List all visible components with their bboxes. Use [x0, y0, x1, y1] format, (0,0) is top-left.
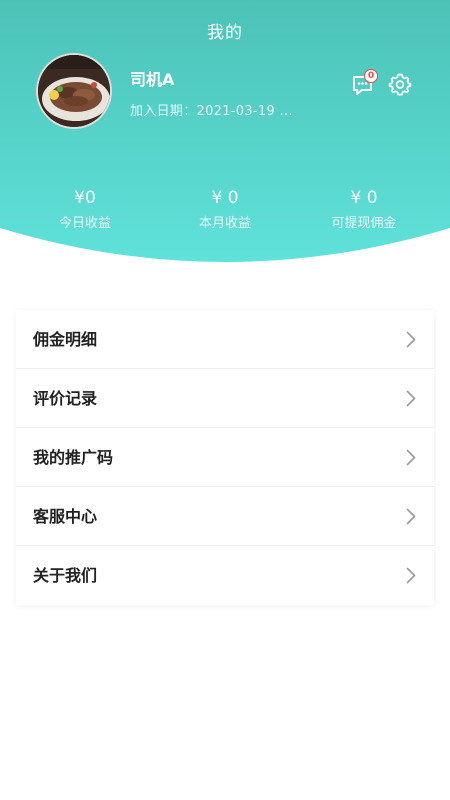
chevron-right-icon	[406, 508, 416, 525]
menu-item-about-us[interactable]: 关于我们	[16, 546, 434, 605]
stat-withdrawable-value: ¥ 0	[350, 188, 378, 208]
stat-month[interactable]: ¥ 0 本月收益	[150, 186, 300, 235]
gear-icon	[388, 73, 412, 96]
chevron-right-icon	[406, 331, 416, 348]
menu-list: 佣金明细 评价记录 我的推广码 客服中心 关于我们	[16, 310, 434, 605]
earnings-stats: ¥0 今日收益 ¥ 0 本月收益 ¥ 0 可提现佣金	[0, 186, 450, 236]
chevron-right-icon	[406, 567, 416, 584]
menu-item-label: 评价记录	[33, 389, 98, 408]
stat-withdrawable[interactable]: ¥ 0 可提现佣金	[289, 186, 439, 235]
stat-today-label: 今日收益	[58, 216, 111, 231]
menu-item-label: 客服中心	[33, 507, 98, 526]
settings-button[interactable]	[388, 72, 412, 96]
stat-withdrawable-label: 可提现佣金	[331, 216, 397, 231]
join-date: 加入日期：2021-03-19 ...	[130, 104, 293, 119]
menu-item-promo-code[interactable]: 我的推广码	[16, 428, 434, 487]
menu-item-label: 我的推广码	[33, 448, 114, 467]
stat-today[interactable]: ¥0 今日收益	[10, 186, 160, 235]
page-title: 我的	[207, 23, 243, 43]
chevron-right-icon	[406, 390, 416, 407]
menu-item-commission-detail[interactable]: 佣金明细	[16, 310, 434, 369]
stat-month-label: 本月收益	[198, 216, 251, 231]
menu-item-review-records[interactable]: 评价记录	[16, 369, 434, 428]
stat-month-value: ¥ 0	[211, 188, 239, 208]
avatar[interactable]	[36, 53, 112, 129]
menu-item-label: 关于我们	[33, 566, 98, 585]
unread-badge: 0	[364, 69, 378, 83]
menu-item-customer-service[interactable]: 客服中心	[16, 487, 434, 546]
user-name: 司机A	[130, 70, 175, 89]
chevron-right-icon	[406, 449, 416, 466]
menu-item-label: 佣金明细	[33, 330, 98, 349]
stat-today-value: ¥0	[74, 188, 96, 208]
